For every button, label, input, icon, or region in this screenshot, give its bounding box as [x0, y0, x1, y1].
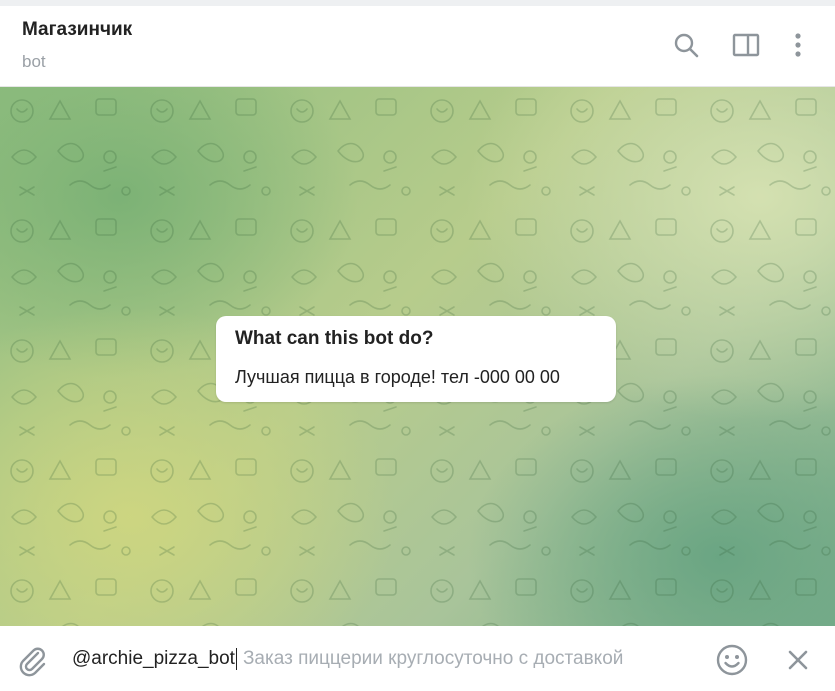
chat-subtitle: bot	[22, 52, 46, 71]
sidebar-toggle-icon[interactable]	[731, 30, 761, 60]
message-composer: @archie_pizza_bot Заказ пиццерии круглос…	[0, 626, 835, 691]
message-input-value[interactable]: @archie_pizza_bot	[72, 648, 235, 670]
bot-intro-description: Лучшая пицца в городе! тел -000 00 00	[235, 367, 560, 387]
message-input[interactable]: @archie_pizza_bot Заказ пиццерии круглос…	[72, 646, 692, 672]
attach-icon[interactable]	[14, 642, 50, 678]
text-caret	[235, 648, 237, 670]
chat-background: What can this bot do? Лучшая пицца в гор…	[0, 87, 835, 626]
search-icon[interactable]	[671, 30, 701, 60]
bot-intro-card: What can this bot do? Лучшая пицца в гор…	[216, 316, 616, 402]
chat-title[interactable]: Магазинчик	[22, 19, 132, 41]
more-vertical-icon[interactable]	[783, 30, 813, 60]
bot-intro-title: What can this bot do?	[235, 328, 434, 349]
chat-header: Магазинчик bot	[0, 6, 835, 87]
emoji-icon[interactable]	[714, 642, 750, 678]
message-input-placeholder: Заказ пиццерии круглосуточно с доставкой	[242, 648, 624, 669]
close-icon[interactable]	[784, 646, 812, 674]
